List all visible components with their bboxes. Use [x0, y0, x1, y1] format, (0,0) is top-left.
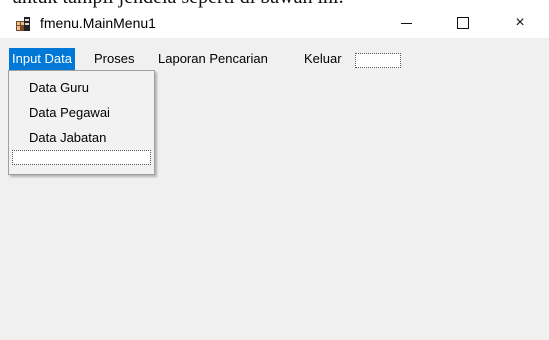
window-title: fmenu.MainMenu1: [40, 15, 156, 31]
menu-laporan-pencarian[interactable]: Laporan Pencarian: [155, 48, 271, 70]
menu-item-data-jabatan[interactable]: Data Jabatan: [29, 127, 106, 149]
close-button[interactable]: ×: [497, 8, 543, 38]
minimize-button[interactable]: [383, 8, 429, 38]
maximize-icon: [457, 17, 469, 29]
menu-bar: Input Data Proses Laporan Pencarian Kelu…: [0, 48, 549, 70]
menu-keluar[interactable]: Keluar: [301, 48, 345, 70]
menu-item-data-pegawai[interactable]: Data Pegawai: [29, 102, 110, 124]
maximize-button[interactable]: [440, 8, 486, 38]
menu-proses[interactable]: Proses: [91, 48, 137, 70]
document-text-fragment: untuk tampil jendela seperti di bawah in…: [0, 0, 549, 8]
close-icon: ×: [515, 14, 525, 31]
minimize-icon: [400, 22, 412, 24]
menu-add-placeholder[interactable]: [355, 53, 401, 68]
menu-item-data-guru[interactable]: Data Guru: [29, 77, 89, 99]
app-form-icon: [16, 17, 30, 31]
menu-input-data[interactable]: Input Data: [9, 48, 75, 70]
dropdown-add-placeholder[interactable]: [12, 150, 151, 165]
input-data-dropdown: Data Guru Data Pegawai Data Jabatan: [8, 70, 155, 175]
